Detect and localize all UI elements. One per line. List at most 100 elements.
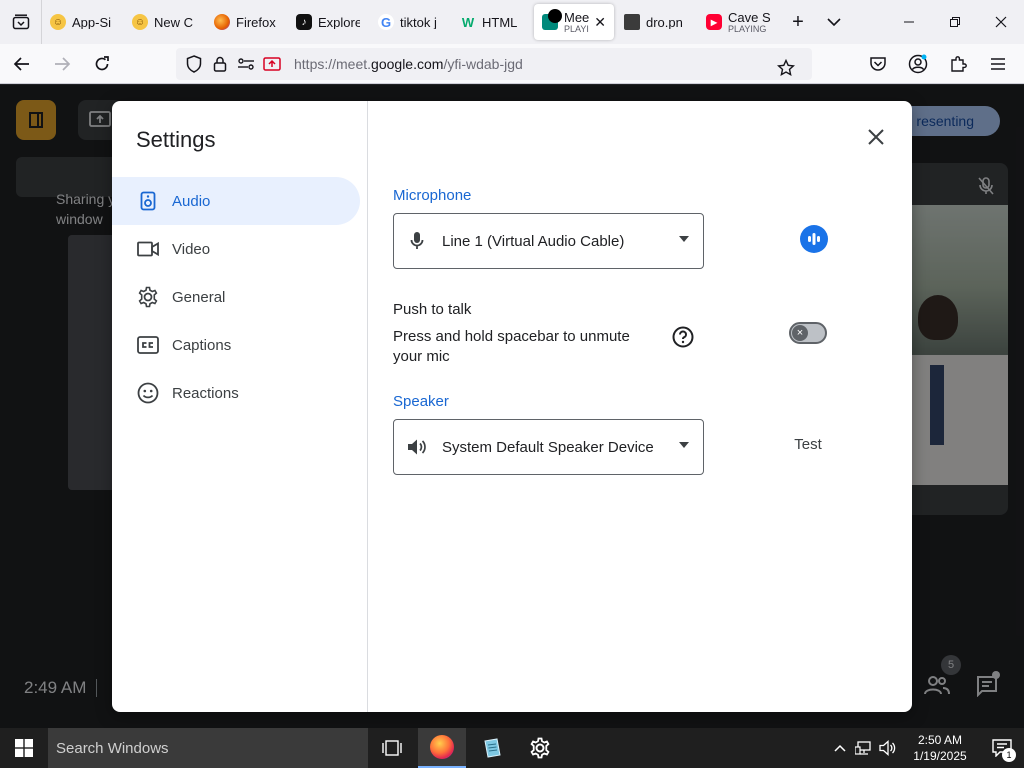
mic-icon bbox=[406, 230, 428, 252]
star-icon bbox=[777, 59, 795, 76]
test-speaker-button[interactable]: Test bbox=[782, 436, 834, 458]
browser-tab-strip: ☺ App-Si ☺ New C Firefox ♪ Explore G tik… bbox=[0, 0, 1024, 44]
url-text[interactable]: https://meet.google.com/yfi-wdab-jgd bbox=[294, 56, 523, 72]
clock-date: 1/19/2025 bbox=[913, 749, 967, 763]
network-button[interactable] bbox=[852, 728, 876, 768]
back-button[interactable] bbox=[4, 48, 40, 80]
chevron-up-icon bbox=[834, 744, 846, 752]
start-button[interactable] bbox=[0, 728, 48, 768]
minimize-button[interactable] bbox=[886, 0, 932, 44]
url-path: /yfi-wdab-jgd bbox=[443, 56, 523, 72]
settings-nav-general[interactable]: General bbox=[112, 273, 360, 321]
settings-nav-label: Video bbox=[172, 240, 211, 258]
tab-label: App-Si bbox=[72, 15, 112, 29]
settings-nav-audio[interactable]: Audio bbox=[112, 177, 360, 225]
volume-icon bbox=[406, 436, 428, 458]
dialog-title: Settings bbox=[136, 127, 216, 152]
tab-label: Cave S bbox=[728, 10, 770, 25]
close-dialog-button[interactable] bbox=[860, 121, 892, 153]
settings-nav-label: Audio bbox=[172, 192, 211, 210]
push-to-talk-help-button[interactable] bbox=[672, 326, 694, 353]
extensions-button[interactable] bbox=[940, 48, 976, 80]
new-tab-button[interactable]: + bbox=[780, 4, 816, 40]
settings-dialog: Settings Audio Video General Captions Re… bbox=[112, 101, 912, 712]
browser-tab[interactable]: Firefox bbox=[206, 4, 286, 40]
settings-nav-label: General bbox=[172, 288, 226, 306]
bookmark-button[interactable] bbox=[768, 52, 804, 84]
taskbar-firefox[interactable] bbox=[418, 728, 466, 768]
speaker-select[interactable]: System Default Speaker Device bbox=[393, 419, 704, 475]
microphone-label: Microphone bbox=[393, 187, 472, 204]
maximize-button[interactable] bbox=[932, 0, 978, 44]
toggle-off-icon: × bbox=[792, 325, 808, 341]
navigation-toolbar: https://meet.google.com/yfi-wdab-jgd bbox=[0, 44, 1024, 84]
minimize-icon bbox=[904, 21, 914, 23]
url-bar[interactable]: https://meet.google.com/yfi-wdab-jgd bbox=[176, 48, 812, 80]
browser-tab[interactable]: dro.pn bbox=[616, 4, 696, 40]
tab-label: New C bbox=[154, 15, 194, 29]
google-icon: G bbox=[378, 14, 394, 30]
browser-tab[interactable]: ♪ Explore bbox=[288, 4, 368, 40]
account-button[interactable] bbox=[900, 48, 936, 80]
tiktok-icon: ♪ bbox=[296, 14, 312, 30]
account-icon bbox=[908, 54, 928, 74]
speaker-icon bbox=[136, 189, 160, 213]
settings-nav-label: Captions bbox=[172, 336, 232, 354]
list-all-tabs-button[interactable] bbox=[816, 4, 852, 40]
tab-audio-icon[interactable] bbox=[548, 9, 562, 23]
help-icon bbox=[672, 326, 694, 348]
task-view-icon bbox=[382, 740, 402, 756]
volume-icon bbox=[879, 740, 896, 756]
browser-tab[interactable]: ☺ New C bbox=[124, 4, 204, 40]
settings-nav-video[interactable]: Video bbox=[112, 225, 360, 273]
firefox-icon bbox=[214, 14, 230, 30]
url-domain: google.com bbox=[371, 56, 444, 72]
forward-button[interactable] bbox=[44, 48, 80, 80]
push-to-talk-toggle[interactable]: × bbox=[789, 322, 827, 344]
screen-share-indicator-icon[interactable] bbox=[260, 52, 284, 76]
audio-level-icon bbox=[808, 233, 820, 245]
taskbar-clock[interactable]: 2:50 AM 1/19/2025 bbox=[900, 732, 980, 764]
settings-nav-reactions[interactable]: Reactions bbox=[112, 369, 360, 417]
browser-tab-active[interactable]: Mee PLAYI ✕ bbox=[534, 4, 614, 40]
tab-label: dro.pn bbox=[646, 15, 683, 29]
windows-taskbar: Search Windows 2:50 AM 1/19/2025 1 bbox=[0, 728, 1024, 768]
app-menu-button[interactable] bbox=[980, 48, 1016, 80]
close-icon bbox=[995, 16, 1007, 28]
dropdown-arrow-icon bbox=[679, 236, 689, 242]
browser-tab[interactable]: ▶ Cave S PLAYING bbox=[698, 4, 778, 40]
settings-nav-captions[interactable]: Captions bbox=[112, 321, 360, 369]
reload-button[interactable] bbox=[84, 48, 120, 80]
settings-nav-label: Reactions bbox=[172, 384, 239, 402]
puzzle-icon bbox=[951, 56, 967, 72]
taskbar-settings[interactable] bbox=[516, 728, 564, 768]
smiley-icon bbox=[136, 381, 160, 405]
permissions-icon[interactable] bbox=[234, 52, 258, 76]
browser-tab[interactable]: G tiktok j bbox=[370, 4, 450, 40]
network-icon bbox=[855, 741, 871, 755]
lock-icon[interactable] bbox=[208, 52, 232, 76]
action-center-button[interactable]: 1 bbox=[980, 728, 1024, 768]
speaker-value: System Default Speaker Device bbox=[442, 438, 654, 456]
browser-tab[interactable]: W HTML bbox=[452, 4, 532, 40]
pocket-button[interactable] bbox=[860, 48, 896, 80]
task-view-button[interactable] bbox=[368, 728, 416, 768]
tab-playing-label: PLAYI bbox=[564, 23, 589, 34]
settings-sidebar: Settings Audio Video General Captions Re… bbox=[112, 101, 368, 712]
close-window-button[interactable] bbox=[978, 0, 1024, 44]
taskbar-notepad[interactable] bbox=[468, 728, 516, 768]
tab-label: HTML bbox=[482, 15, 518, 29]
tab-label: tiktok j bbox=[400, 15, 437, 29]
volume-button[interactable] bbox=[876, 728, 900, 768]
tab-list-button[interactable] bbox=[0, 0, 42, 44]
show-hidden-icons-button[interactable] bbox=[828, 728, 852, 768]
restore-icon bbox=[950, 17, 960, 27]
browser-tab[interactable]: ☺ App-Si bbox=[42, 4, 122, 40]
w3schools-icon: W bbox=[461, 14, 475, 30]
taskbar-search-box[interactable]: Search Windows bbox=[48, 728, 368, 768]
microphone-value: Line 1 (Virtual Audio Cable) bbox=[442, 232, 625, 250]
tracking-shield-icon[interactable] bbox=[182, 52, 206, 76]
tab-close-icon[interactable]: ✕ bbox=[590, 14, 606, 31]
arrow-right-icon bbox=[55, 56, 71, 71]
microphone-select[interactable]: Line 1 (Virtual Audio Cable) bbox=[393, 213, 704, 269]
